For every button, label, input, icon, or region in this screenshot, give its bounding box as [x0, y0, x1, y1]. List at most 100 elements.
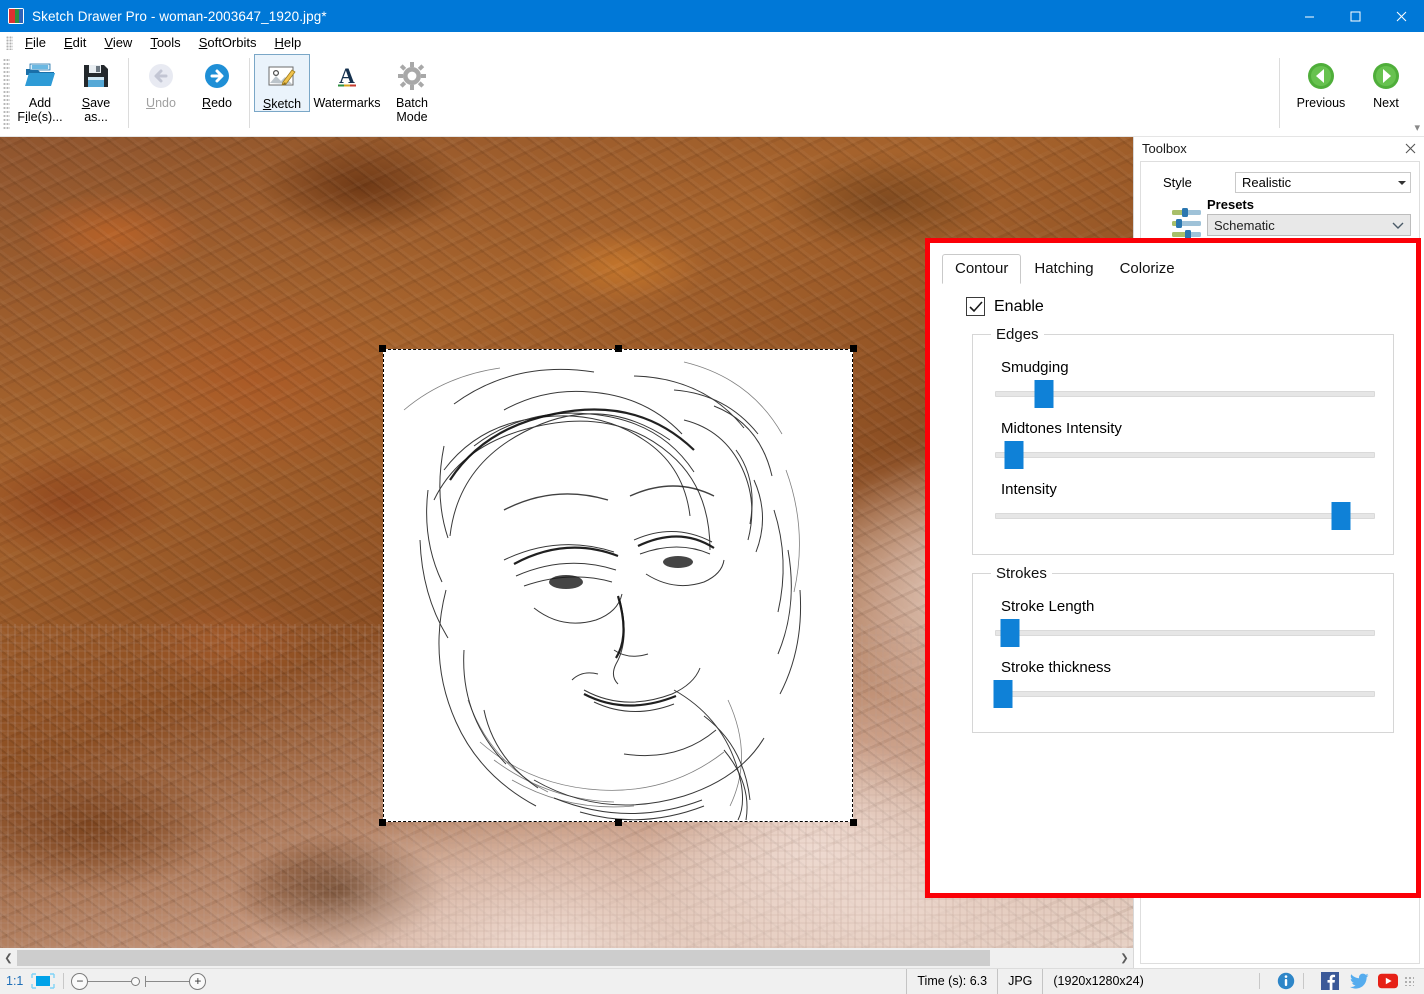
stroke-thickness-label: Stroke thickness: [1001, 659, 1375, 676]
selection-handle-n[interactable]: [615, 345, 622, 352]
enable-checkbox[interactable]: [966, 297, 985, 316]
redo-button[interactable]: Redo: [189, 54, 245, 110]
previous-button[interactable]: Previous: [1284, 54, 1358, 110]
toolbar-separator-2: [249, 58, 250, 128]
save-as-label: Saveas...: [82, 96, 111, 124]
midtones-intensity-slider[interactable]: [995, 441, 1375, 469]
zoom-track-right[interactable]: [146, 981, 189, 982]
stroke-thickness-track[interactable]: [995, 691, 1375, 697]
selection-handle-sw[interactable]: [379, 819, 386, 826]
stroke-thickness-thumb[interactable]: [993, 680, 1012, 708]
edges-group: Edges Smudging Midtones Intensity Intens…: [972, 326, 1394, 555]
zoom-slider-knob[interactable]: [131, 977, 140, 986]
midtones-intensity-track[interactable]: [995, 452, 1375, 458]
menu-softorbits[interactable]: SoftOrbits: [190, 33, 266, 52]
toolbar-overflow-icon[interactable]: ▾: [1414, 121, 1420, 134]
resize-grip-icon[interactable]: [1404, 976, 1414, 986]
arrow-left-circle-icon: [1306, 58, 1336, 94]
sketch-pencil-icon: [267, 59, 297, 95]
menu-help[interactable]: Help: [265, 33, 310, 52]
selection-handle-ne[interactable]: [850, 345, 857, 352]
selection-handle-se[interactable]: [850, 819, 857, 826]
sliders-icon: [1171, 207, 1203, 241]
chevron-down-icon: [1398, 181, 1406, 185]
gear-icon: [397, 58, 427, 94]
zoom-track-left[interactable]: [88, 981, 131, 982]
toolbar-navigation-group: Previous Next: [1275, 54, 1414, 128]
toolbox-close-icon[interactable]: [1402, 140, 1418, 156]
zoom-controls: 1:1 − +: [0, 973, 206, 990]
style-value: Realistic: [1242, 175, 1398, 190]
stroke-thickness-slider[interactable]: [995, 680, 1375, 708]
presets-dropdown[interactable]: Schematic: [1207, 214, 1411, 236]
fit-to-window-icon[interactable]: [30, 973, 56, 989]
batch-mode-label: BatchMode: [396, 96, 428, 124]
menu-file[interactable]: File: [16, 33, 55, 52]
smudging-slider[interactable]: [995, 380, 1375, 408]
style-label: Style: [1149, 175, 1235, 190]
twitter-icon[interactable]: [1349, 971, 1369, 991]
tab-colorize[interactable]: Colorize: [1107, 254, 1188, 284]
stroke-length-track[interactable]: [995, 630, 1375, 636]
letter-a-icon: A: [333, 58, 361, 94]
sketch-preview: [384, 350, 852, 821]
tab-hatching[interactable]: Hatching: [1021, 254, 1106, 284]
toolbox-title: Toolbox: [1142, 141, 1187, 156]
menu-tools[interactable]: Tools: [141, 33, 189, 52]
style-dropdown[interactable]: Realistic: [1235, 172, 1411, 193]
scroll-track[interactable]: [17, 948, 1116, 968]
scroll-thumb[interactable]: [17, 950, 990, 966]
menu-grip-handle[interactable]: [6, 36, 13, 50]
undo-arrow-icon: [147, 58, 175, 94]
watermarks-button[interactable]: A Watermarks: [310, 54, 384, 110]
youtube-icon[interactable]: [1378, 971, 1398, 991]
info-icon[interactable]: [1276, 971, 1296, 991]
stroke-length-thumb[interactable]: [1001, 619, 1020, 647]
presets-label: Presets: [1207, 197, 1411, 212]
intensity-slider[interactable]: [995, 502, 1375, 530]
close-icon[interactable]: [1378, 0, 1424, 32]
maximize-icon[interactable]: [1332, 0, 1378, 32]
smudging-thumb[interactable]: [1035, 380, 1054, 408]
title-bar: Sketch Drawer Pro - woman-2003647_1920.j…: [0, 0, 1424, 32]
presets-control: Presets Schematic: [1207, 197, 1411, 236]
menu-edit[interactable]: Edit: [55, 33, 95, 52]
zoom-out-button[interactable]: −: [71, 973, 88, 990]
intensity-thumb[interactable]: [1331, 502, 1350, 530]
stroke-length-slider[interactable]: [995, 619, 1375, 647]
selection-handle-s[interactable]: [615, 819, 622, 826]
edges-legend: Edges: [991, 326, 1044, 343]
social-links: [1252, 971, 1424, 991]
style-row: Style Realistic: [1149, 172, 1411, 193]
minimize-icon[interactable]: [1286, 0, 1332, 32]
sketch-label: Sketch: [263, 97, 301, 111]
toolbar-file-group: Add File(s)... Saveas...: [12, 54, 124, 132]
midtones-intensity-thumb[interactable]: [1005, 441, 1024, 469]
toolbar-grip-handle[interactable]: [3, 58, 10, 130]
selection-region[interactable]: [383, 349, 853, 822]
arrow-right-circle-icon: [1371, 58, 1401, 94]
scroll-left-icon[interactable]: ❮: [0, 948, 17, 968]
menu-view[interactable]: View: [95, 33, 141, 52]
intensity-label: Intensity: [1001, 481, 1375, 498]
canvas-horizontal-scrollbar[interactable]: ❮ ❯: [0, 948, 1133, 968]
intensity-track[interactable]: [995, 513, 1375, 519]
sketch-button[interactable]: Sketch: [254, 54, 310, 112]
scroll-right-icon[interactable]: ❯: [1116, 948, 1133, 968]
time-status: Time (s): 6.3: [906, 969, 997, 994]
open-folder-icon: [23, 58, 57, 94]
selection-handle-nw[interactable]: [379, 345, 386, 352]
zoom-in-button[interactable]: +: [189, 973, 206, 990]
next-label: Next: [1373, 96, 1399, 110]
save-as-button[interactable]: Saveas...: [68, 54, 124, 124]
zoom-ratio-label: 1:1: [6, 974, 23, 988]
next-button[interactable]: Next: [1358, 54, 1414, 110]
facebook-icon[interactable]: [1320, 971, 1340, 991]
add-files-button[interactable]: Add File(s)...: [12, 54, 68, 124]
menu-bar: File Edit View Tools SoftOrbits Help: [0, 32, 1424, 54]
tab-contour[interactable]: Contour: [942, 254, 1021, 284]
batch-mode-button[interactable]: BatchMode: [384, 54, 440, 124]
presets-value: Schematic: [1214, 218, 1392, 233]
undo-button[interactable]: Undo: [133, 54, 189, 110]
zoom-slider[interactable]: − +: [71, 973, 206, 990]
